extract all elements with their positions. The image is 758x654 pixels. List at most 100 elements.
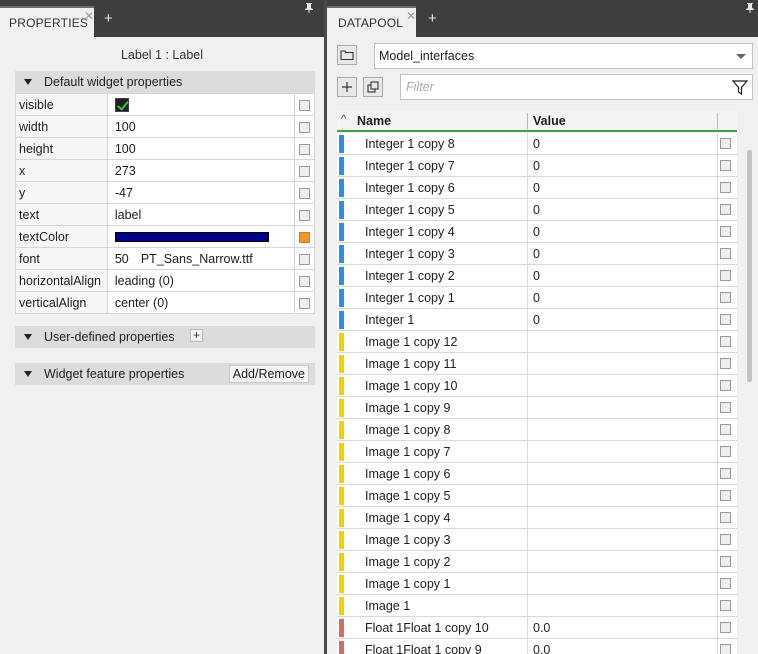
property-value[interactable] <box>106 93 296 116</box>
add-tab-plus-icon[interactable]: + <box>104 11 113 26</box>
collapse-triangle-icon[interactable] <box>24 79 32 85</box>
row-checkbox[interactable] <box>720 138 731 149</box>
property-value[interactable]: label <box>106 203 296 226</box>
row-checkbox[interactable] <box>720 402 731 413</box>
property-value[interactable]: -47 <box>106 181 296 204</box>
widget-feature-properties-header[interactable]: Widget feature properties Add/Remove <box>15 363 315 385</box>
row-checkbox[interactable] <box>720 490 731 501</box>
visible-checkbox[interactable] <box>114 97 129 112</box>
variable-value[interactable]: 0 <box>533 203 540 217</box>
property-value[interactable]: center (0) <box>106 291 296 314</box>
row-checkbox[interactable] <box>720 182 731 193</box>
property-row-visible[interactable]: visible <box>15 93 315 116</box>
property-value[interactable]: 100 <box>106 115 296 138</box>
add-remove-button[interactable]: Add/Remove <box>228 365 309 383</box>
add-variable-button[interactable] <box>337 77 357 97</box>
property-row-verticalAlign[interactable]: verticalAlign center (0) <box>15 291 315 314</box>
table-row[interactable]: Integer 1 copy 2 0 <box>337 265 737 287</box>
table-row[interactable]: Integer 1 copy 3 0 <box>337 243 737 265</box>
folder-button[interactable] <box>337 45 357 65</box>
row-checkbox[interactable] <box>720 578 731 589</box>
table-row[interactable]: Integer 1 copy 7 0 <box>337 155 737 177</box>
table-row[interactable]: Image 1 <box>337 595 737 617</box>
table-row[interactable]: Integer 1 copy 4 0 <box>337 221 737 243</box>
property-link-checkbox[interactable] <box>299 275 311 287</box>
property-value[interactable]: 50 PT_Sans_Narrow.ttf <box>106 247 296 270</box>
collapse-triangle-icon[interactable] <box>24 334 32 340</box>
user-defined-properties-header[interactable]: User-defined properties + <box>15 326 315 348</box>
table-row[interactable]: Image 1 copy 11 <box>337 353 737 375</box>
row-checkbox[interactable] <box>720 314 731 325</box>
table-row[interactable]: Image 1 copy 5 <box>337 485 737 507</box>
column-divider[interactable] <box>527 113 528 129</box>
property-link-checkbox[interactable] <box>299 121 311 133</box>
row-checkbox[interactable] <box>720 248 731 259</box>
variable-value[interactable]: 0 <box>533 313 540 327</box>
property-link-checkbox[interactable] <box>299 99 311 111</box>
funnel-icon[interactable] <box>732 80 748 95</box>
tab-datapool[interactable]: DATAPOOL ✕ <box>327 6 416 37</box>
row-checkbox[interactable] <box>720 204 731 215</box>
row-checkbox[interactable] <box>720 622 731 633</box>
property-value[interactable] <box>106 225 296 248</box>
row-checkbox[interactable] <box>720 556 731 567</box>
property-row-x[interactable]: x 273 <box>15 159 315 182</box>
pin-icon[interactable] <box>746 3 754 16</box>
table-row[interactable]: Image 1 copy 6 <box>337 463 737 485</box>
property-value[interactable]: 273 <box>106 159 296 182</box>
table-row[interactable]: Image 1 copy 12 <box>337 331 737 353</box>
table-row[interactable]: Integer 1 0 <box>337 309 737 331</box>
row-checkbox[interactable] <box>720 336 731 347</box>
table-row[interactable]: Image 1 copy 2 <box>337 551 737 573</box>
property-row-horizontalAlign[interactable]: horizontalAlign leading (0) <box>15 269 315 292</box>
text-color-swatch[interactable] <box>114 232 269 243</box>
table-row[interactable]: Integer 1 copy 8 0 <box>337 133 737 155</box>
variable-value[interactable]: 0 <box>533 181 540 195</box>
model-interface-select[interactable]: Model_interfaces <box>374 43 753 69</box>
variable-value[interactable]: 0 <box>533 247 540 261</box>
table-row[interactable]: Integer 1 copy 5 0 <box>337 199 737 221</box>
property-link-checkbox[interactable] <box>299 231 311 243</box>
row-checkbox[interactable] <box>720 292 731 303</box>
table-row[interactable]: Image 1 copy 9 <box>337 397 737 419</box>
table-row[interactable]: Integer 1 copy 6 0 <box>337 177 737 199</box>
property-value[interactable]: 100 <box>106 137 296 160</box>
variable-value[interactable]: 0.0 <box>533 621 550 635</box>
column-divider[interactable] <box>717 113 718 129</box>
property-value[interactable]: leading (0) <box>106 269 296 292</box>
table-row[interactable]: Image 1 copy 7 <box>337 441 737 463</box>
variable-value[interactable]: 0 <box>533 225 540 239</box>
property-link-checkbox[interactable] <box>299 187 311 199</box>
property-link-checkbox[interactable] <box>299 165 311 177</box>
property-link-checkbox[interactable] <box>299 143 311 155</box>
variable-value[interactable]: 0.0 <box>533 643 550 654</box>
pin-icon[interactable] <box>305 3 313 16</box>
row-checkbox[interactable] <box>720 270 731 281</box>
property-row-font[interactable]: font 50 PT_Sans_Narrow.ttf <box>15 247 315 270</box>
column-header-value[interactable]: Value <box>533 114 566 128</box>
table-row[interactable]: Image 1 copy 4 <box>337 507 737 529</box>
property-row-height[interactable]: height 100 <box>15 137 315 160</box>
row-checkbox[interactable] <box>720 468 731 479</box>
table-row[interactable]: Image 1 copy 1 <box>337 573 737 595</box>
sort-ascending-icon[interactable]: ^ <box>341 113 346 125</box>
table-row[interactable]: Image 1 copy 3 <box>337 529 737 551</box>
row-checkbox[interactable] <box>720 644 731 654</box>
property-row-y[interactable]: y -47 <box>15 181 315 204</box>
duplicate-variable-button[interactable] <box>363 77 383 97</box>
property-row-textColor[interactable]: textColor <box>15 225 315 248</box>
column-header-name[interactable]: Name <box>357 114 391 128</box>
close-icon[interactable]: ✕ <box>406 10 416 22</box>
row-checkbox[interactable] <box>720 600 731 611</box>
vertical-scrollbar[interactable] <box>747 150 752 382</box>
row-checkbox[interactable] <box>720 226 731 237</box>
property-link-checkbox[interactable] <box>299 297 311 309</box>
row-checkbox[interactable] <box>720 424 731 435</box>
table-row[interactable]: Float 1Float 1 copy 10 0.0 <box>337 617 737 639</box>
variable-value[interactable]: 0 <box>533 137 540 151</box>
collapse-triangle-icon[interactable] <box>24 371 32 377</box>
add-tab-plus-icon[interactable]: + <box>428 11 437 26</box>
row-checkbox[interactable] <box>720 380 731 391</box>
row-checkbox[interactable] <box>720 160 731 171</box>
row-checkbox[interactable] <box>720 358 731 369</box>
